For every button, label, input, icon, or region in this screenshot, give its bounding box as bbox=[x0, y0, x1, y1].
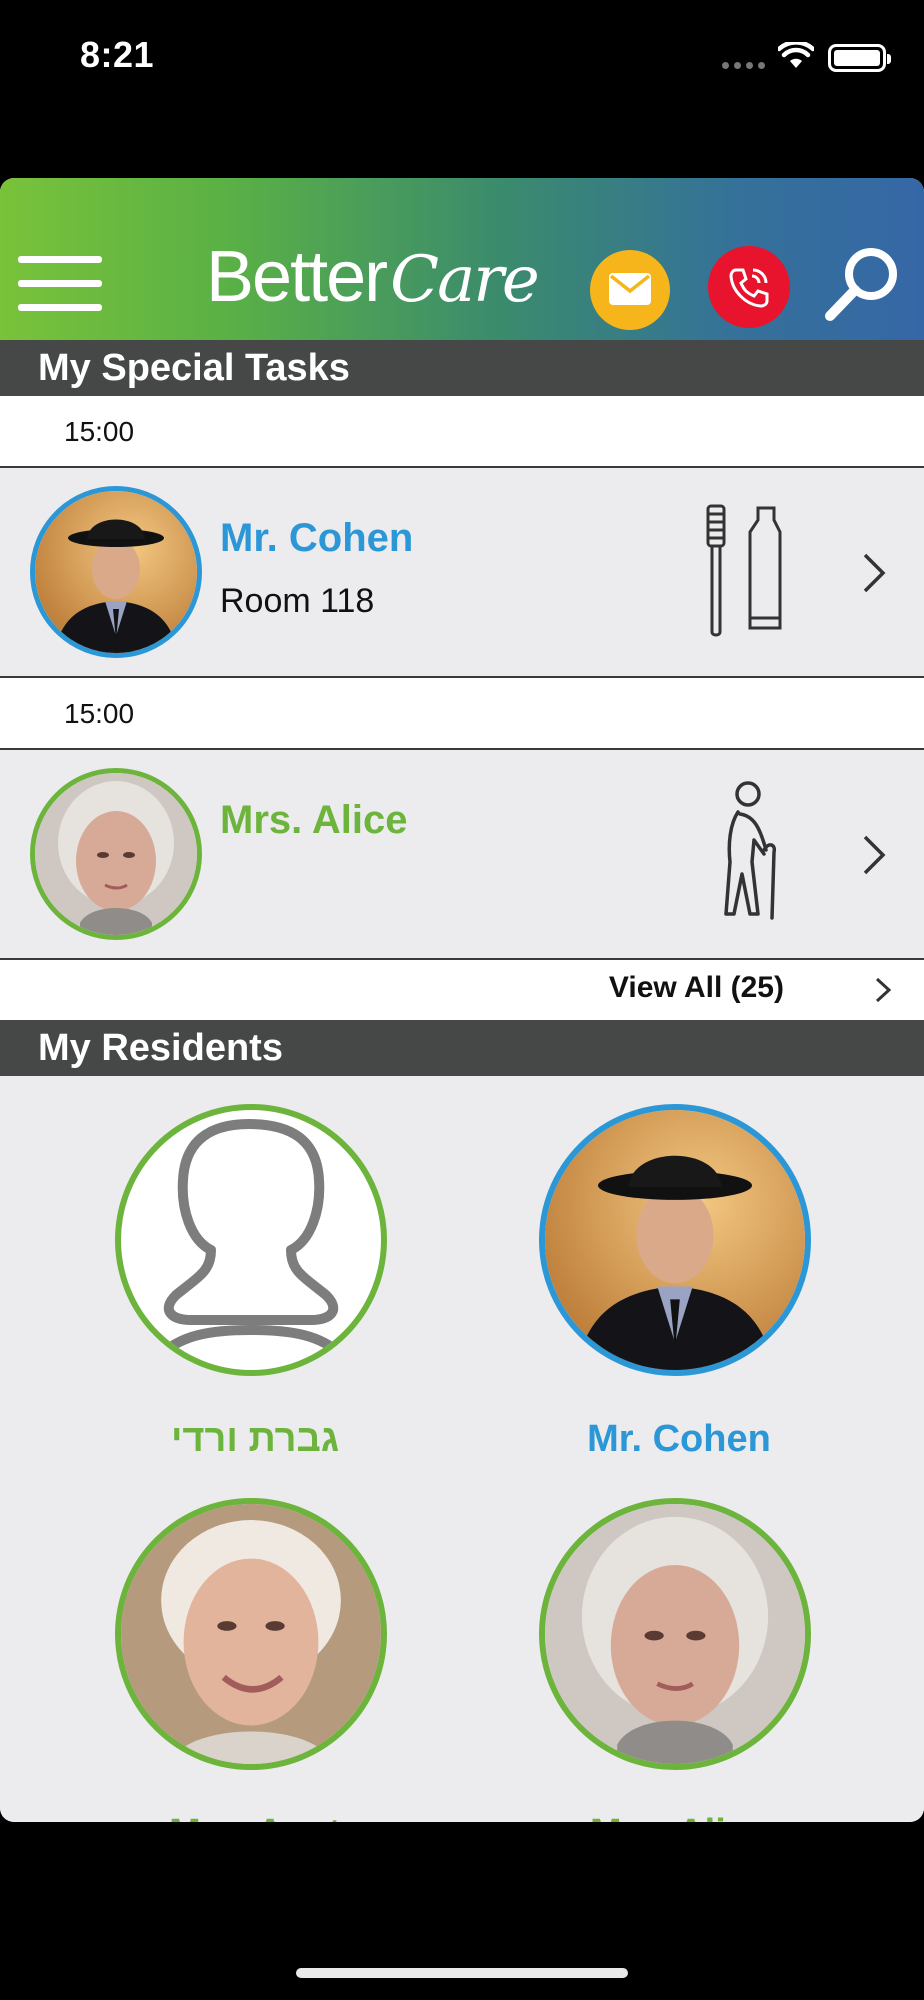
battery-icon bbox=[828, 44, 891, 72]
task-row[interactable]: Mr. Cohen Room 118 bbox=[0, 468, 924, 678]
phone-icon bbox=[729, 268, 769, 308]
status-time: 8:21 bbox=[80, 34, 155, 75]
search-button[interactable] bbox=[824, 244, 904, 324]
chevron-right-icon bbox=[863, 835, 886, 875]
toothbrush-toothpaste-icon bbox=[706, 504, 782, 637]
resident-card[interactable]: Mr. Cohen bbox=[539, 1104, 819, 1461]
resident-card[interactable]: גברת ורדי bbox=[115, 1104, 395, 1461]
resident-name: Mrs. Anat bbox=[115, 1812, 395, 1822]
cellular-signal-icon bbox=[722, 62, 765, 69]
bettercare-logo: BetterCare bbox=[206, 237, 540, 317]
view-all-label: View All (25) bbox=[608, 971, 784, 1004]
mail-button[interactable] bbox=[590, 250, 670, 330]
search-icon bbox=[825, 248, 897, 321]
task-row[interactable]: Mrs. Alice bbox=[0, 750, 924, 960]
envelope-icon bbox=[609, 273, 651, 305]
resident-name: Mr. Cohen bbox=[220, 516, 414, 560]
resident-card[interactable]: Mrs. Anat bbox=[115, 1498, 395, 1822]
emergency-call-button[interactable] bbox=[708, 246, 790, 328]
special-tasks-header: My Special Tasks bbox=[0, 340, 924, 396]
placeholder-avatar-icon bbox=[115, 1104, 387, 1376]
resident-name: גברת ורדי bbox=[170, 1418, 340, 1460]
resident-name: Mrs. Alice bbox=[539, 1812, 819, 1822]
wifi-icon bbox=[778, 42, 814, 68]
app-screen: BetterCare My Special Tasks 15:00 Mr. Co… bbox=[0, 178, 924, 1822]
resident-card[interactable]: Mrs. Alice bbox=[539, 1498, 819, 1822]
view-all-tasks-button[interactable]: View All (25) bbox=[0, 960, 924, 1020]
task-time-row: 15:00 bbox=[0, 678, 924, 750]
status-bar: 8:21 bbox=[0, 0, 924, 110]
avatar bbox=[539, 1498, 811, 1770]
chevron-right-icon bbox=[875, 977, 892, 1003]
walking-cane-icon bbox=[724, 781, 777, 920]
resident-room: Room 118 bbox=[220, 582, 375, 620]
app-header: BetterCare bbox=[0, 178, 924, 340]
task-time-row: 15:00 bbox=[0, 396, 924, 468]
avatar bbox=[539, 1104, 811, 1376]
resident-name: Mrs. Alice bbox=[220, 798, 408, 842]
chevron-right-icon bbox=[863, 553, 886, 593]
avatar bbox=[30, 486, 202, 658]
avatar bbox=[115, 1498, 387, 1770]
avatar bbox=[30, 768, 202, 940]
hamburger-menu-icon[interactable] bbox=[18, 256, 102, 312]
residents-grid: גברת ורדי Mr. Cohen bbox=[0, 1076, 924, 1822]
resident-name: Mr. Cohen bbox=[587, 1418, 771, 1460]
home-indicator[interactable] bbox=[296, 1968, 628, 1978]
my-residents-header: My Residents bbox=[0, 1020, 924, 1076]
